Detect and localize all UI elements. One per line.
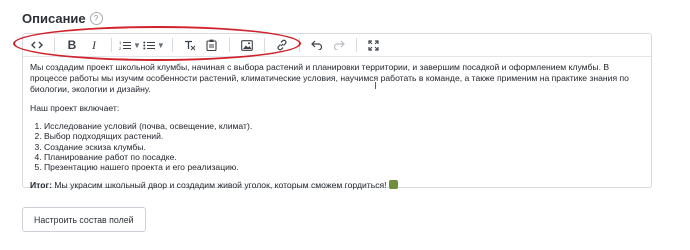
toolbar-divider — [111, 38, 112, 52]
bold-button[interactable]: B — [62, 36, 82, 54]
paste-button[interactable] — [202, 36, 222, 54]
bold-icon: B — [67, 38, 77, 52]
toolbar-divider — [355, 38, 357, 52]
clear-format-button[interactable] — [180, 36, 200, 54]
image-button[interactable] — [237, 36, 257, 54]
undo-button[interactable] — [307, 36, 327, 54]
text-cursor-icon: I — [374, 81, 377, 92]
chevron-down-icon: ▼ — [133, 40, 141, 50]
redo-button[interactable] — [329, 36, 349, 54]
toolbar-divider — [228, 38, 230, 52]
toolbar-divider — [263, 38, 265, 52]
editor-toolbar: B I 12 ▼ ▼ — [23, 34, 651, 57]
toolbar-divider — [54, 38, 55, 52]
code-view-icon — [31, 41, 43, 49]
result-paragraph: Итог: Мы украсим школьный двор и создади… — [30, 179, 644, 191]
question-circle-icon[interactable]: ? — [89, 12, 103, 25]
result-text: Мы украсим школьный двор и создадим живо… — [51, 179, 387, 190]
editor-paragraph: Наш проект включает: — [30, 102, 120, 113]
result-label: Итог: — [30, 179, 52, 190]
ordered-list-button[interactable]: 12 ▼ — [119, 36, 141, 54]
bullet-list-button[interactable]: ▼ — [143, 36, 165, 54]
bullet-list-icon — [143, 41, 155, 49]
editor-ordered-list: Исследование условий (почва, освещение, … — [30, 121, 644, 173]
seedling-emoji-icon — [388, 179, 398, 189]
link-icon — [277, 39, 287, 51]
svg-text:1: 1 — [119, 40, 122, 45]
code-view-button[interactable] — [27, 36, 47, 54]
list-item: Исследование условий (почва, освещение, … — [44, 121, 644, 131]
list-item: Выбор подходящих растений. — [44, 131, 644, 141]
chevron-down-icon: ▼ — [156, 40, 165, 50]
image-icon — [240, 39, 253, 51]
clear-format-icon — [184, 40, 196, 50]
link-button[interactable] — [272, 36, 292, 54]
toolbar-divider — [298, 38, 300, 52]
fullscreen-button[interactable] — [364, 36, 384, 54]
undo-icon — [310, 40, 322, 50]
rich-text-editor[interactable]: B I 12 ▼ ▼ Мы создадим проект школьной к… — [22, 33, 652, 190]
field-label-text: Описание — [22, 11, 86, 26]
editor-content[interactable]: Мы создадим проект школьной клумбы, начи… — [23, 57, 651, 203]
italic-button[interactable]: I — [84, 36, 104, 54]
toolbar-divider — [171, 38, 173, 52]
list-item: Презентацию нашего проекта и его реализа… — [44, 162, 644, 172]
redo-icon — [333, 40, 345, 50]
svg-text:2: 2 — [119, 46, 122, 51]
editor-paragraph: Мы создадим проект школьной клумбы, начи… — [30, 62, 629, 95]
list-item: Планирование работ по посадке. — [44, 152, 644, 162]
ordered-list-icon: 12 — [119, 40, 131, 51]
list-item: Создание эскиза клумбы. — [44, 142, 644, 152]
paste-icon — [206, 39, 217, 51]
fullscreen-icon — [368, 39, 379, 51]
italic-icon: I — [92, 37, 96, 52]
field-label: Описание ? — [22, 11, 103, 26]
configure-fields-button[interactable]: Настроить состав полей — [22, 207, 146, 232]
